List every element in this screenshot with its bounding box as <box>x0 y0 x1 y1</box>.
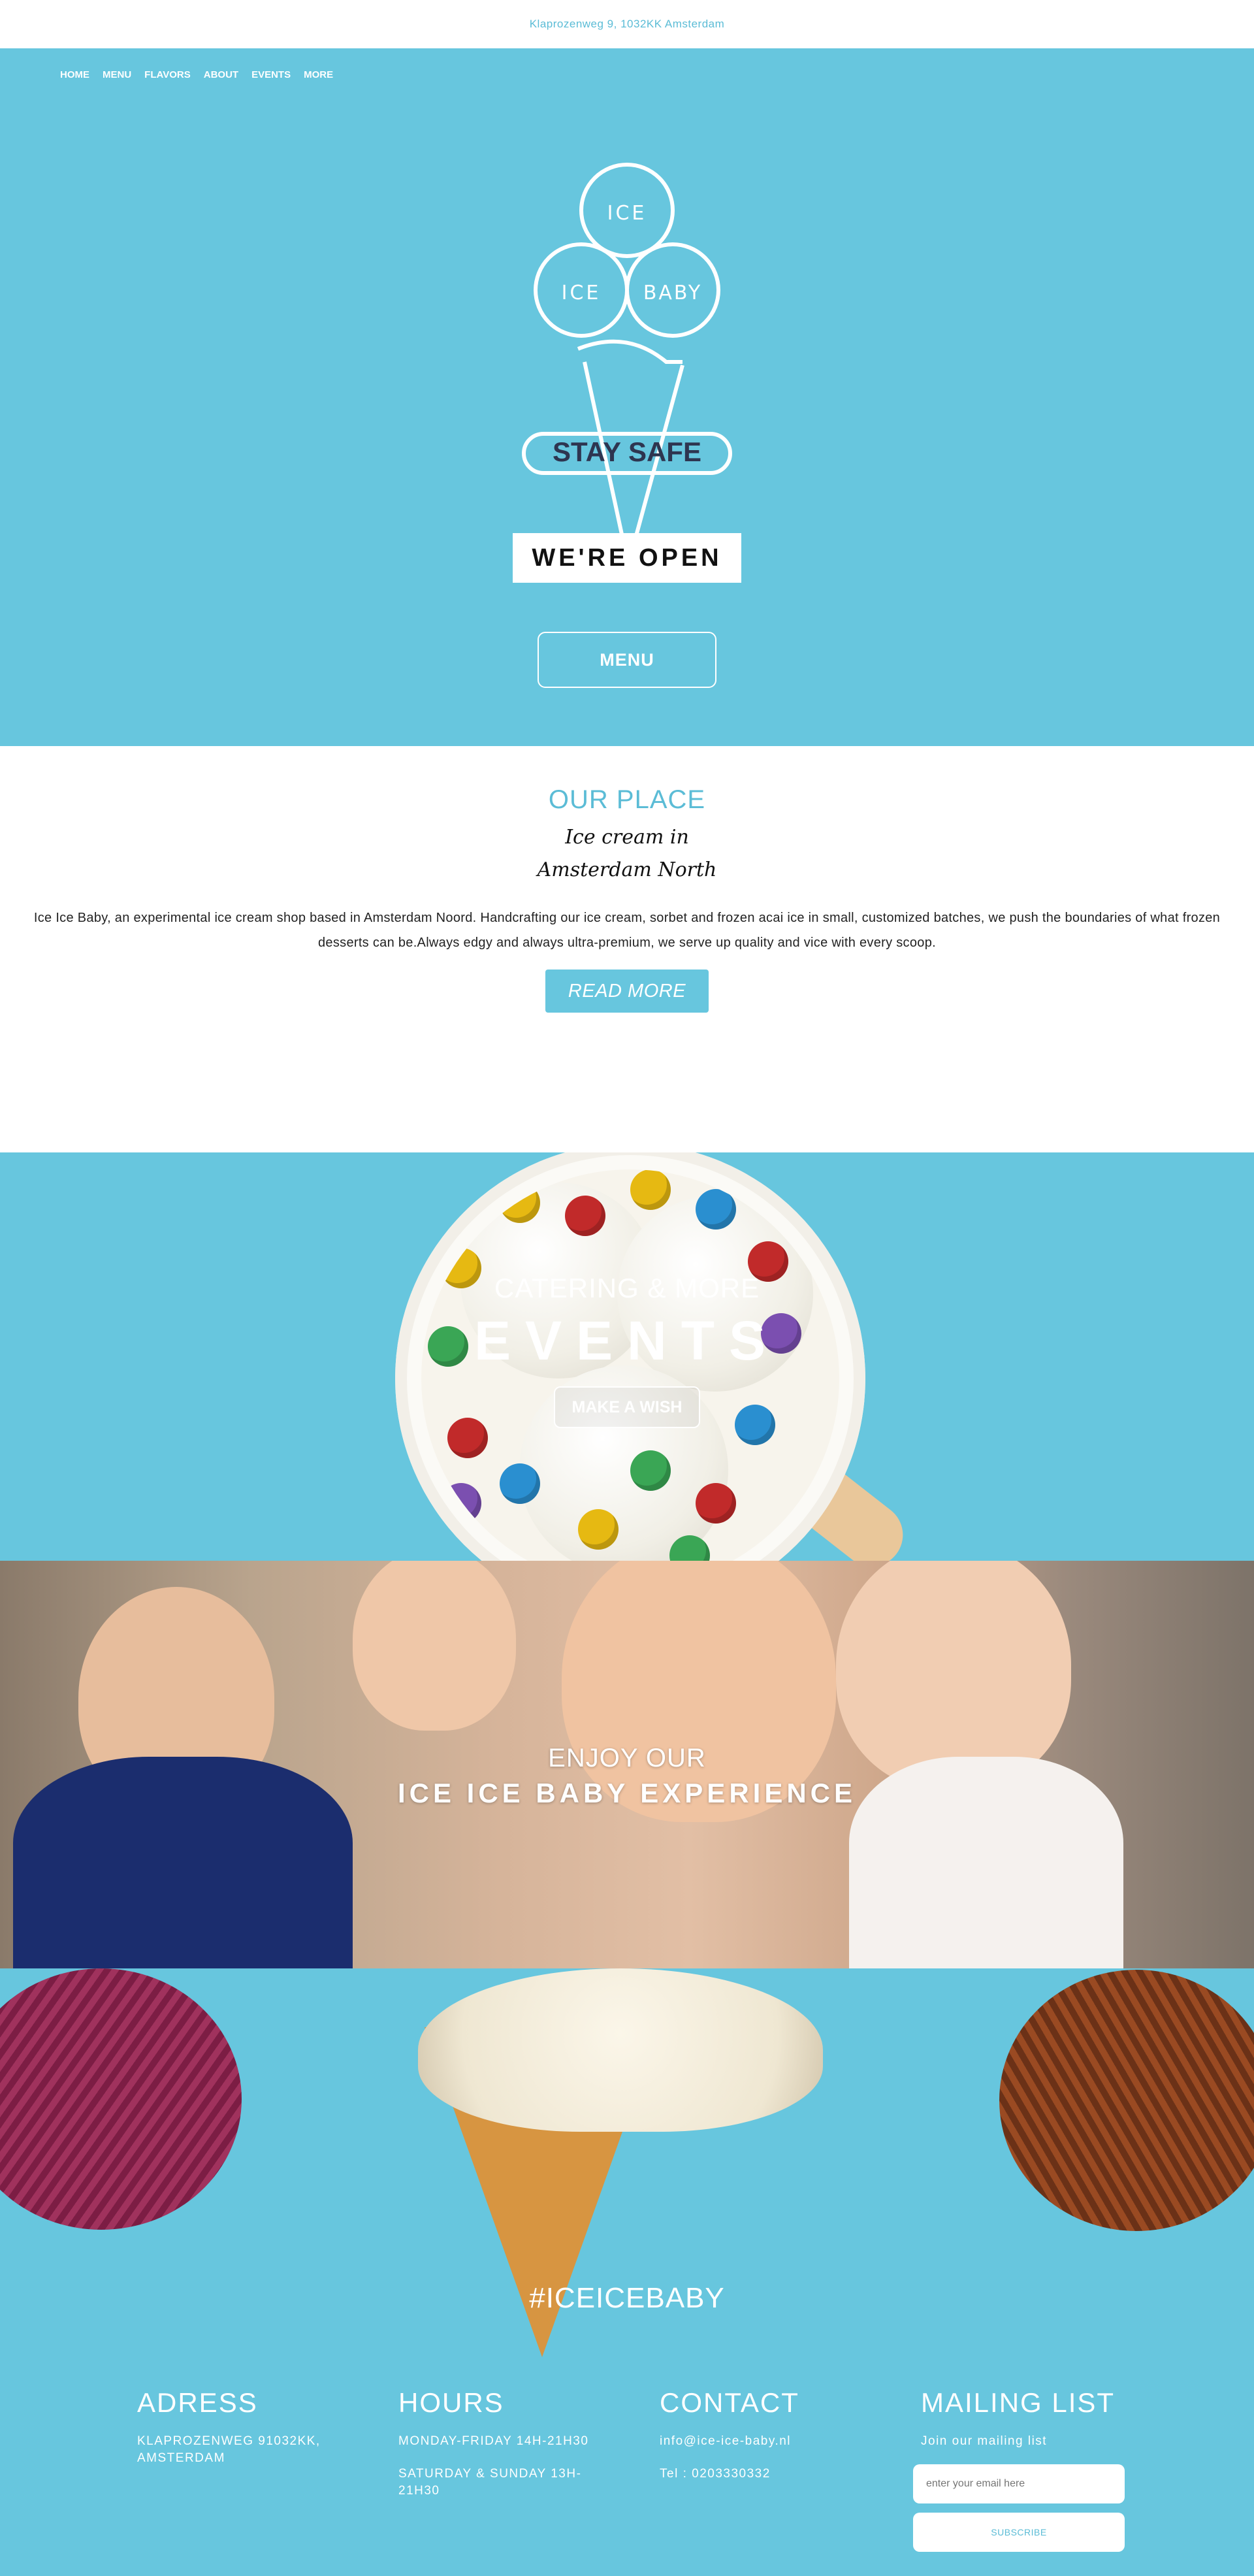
hashtag-text: #ICEICEBABY <box>529 2282 725 2314</box>
events-section: CATERING & MORE EVENTS MAKE A WISH <box>0 1152 1254 1561</box>
ice-ice-baby-logo[interactable]: ICE ICE BABY STAY SAFE <box>516 159 738 578</box>
candy-image <box>447 1418 488 1458</box>
chocolate-scoop-image <box>999 1970 1254 2231</box>
candy-image <box>578 1509 619 1550</box>
candy-image <box>630 1169 671 1210</box>
subscribe-label: SUBSCRIBE <box>991 2527 1047 2537</box>
child-face-image <box>353 1561 516 1731</box>
nav-more[interactable]: MORE <box>304 69 333 80</box>
candy-image <box>500 1182 540 1223</box>
script-line-1: Ice cream in <box>565 826 689 849</box>
experience-section: ENJOY OUR ICE ICE BABY EXPERIENCE <box>0 1561 1254 1968</box>
hashtag-section: #ICEICEBABY <box>0 1968 1254 2357</box>
make-a-wish-button[interactable]: MAKE A WISH <box>554 1386 700 1428</box>
nav-home[interactable]: HOME <box>60 69 89 80</box>
candy-image <box>696 1483 736 1524</box>
footer-hours-weekend: SATURDAY & SUNDAY 13H-21H30 <box>398 2467 582 2498</box>
logo-banner: STAY SAFE <box>553 436 701 467</box>
subscribe-button[interactable]: SUBSCRIBE <box>913 2513 1125 2552</box>
menu-button-label: MENU <box>600 649 654 670</box>
nav-about[interactable]: ABOUT <box>204 69 238 80</box>
candy-image <box>441 1483 481 1524</box>
menu-button[interactable]: MENU <box>538 632 716 688</box>
berry-scoop-image <box>0 1968 242 2230</box>
footer-contact-phone[interactable]: Tel : 0203330332 <box>660 2466 882 2483</box>
logo-scoop-left: ICE <box>562 282 602 304</box>
our-place-title: OUR PLACE <box>548 785 706 814</box>
footer-hours-column: HOURS MONDAY-FRIDAY 14H-21H30 SATURDAY &… <box>398 2387 620 2515</box>
footer-mailing-subtitle: Join our mailing list <box>921 2434 1048 2448</box>
candy-image <box>500 1463 540 1504</box>
experience-line-2: ICE ICE BABY EXPERIENCE <box>397 1778 857 1808</box>
footer-hours-weekday: MONDAY-FRIDAY 14H-21H30 <box>398 2434 589 2448</box>
footer-hours-title: HOURS <box>398 2387 504 2418</box>
footer-mailing-title: MAILING LIST <box>921 2387 1116 2418</box>
footer: ADRESS KLAPROZENWEG 91032KK, AMSTERDAM H… <box>0 2357 1254 2576</box>
candy-image <box>630 1450 671 1491</box>
our-place-section: OUR PLACE Ice cream in Amsterdam North I… <box>0 746 1254 1152</box>
nav-flavors[interactable]: FLAVORS <box>144 69 191 80</box>
footer-contact-column: CONTACT info@ice-ice-baby.nl Tel : 02033… <box>660 2387 882 2498</box>
candy-image <box>735 1405 775 1445</box>
our-place-description: Ice Ice Baby, an experimental ice cream … <box>33 911 1221 950</box>
nav-menu[interactable]: MENU <box>103 69 131 80</box>
logo-scoop-right: BABY <box>643 282 702 304</box>
address-text: Klaprozenweg 9, 1032KK Amsterdam <box>529 18 725 30</box>
footer-contact-email[interactable]: info@ice-ice-baby.nl <box>660 2433 882 2450</box>
cone-scoop-image <box>418 1968 823 2132</box>
script-line-2: Amsterdam North <box>537 858 717 881</box>
read-more-label: READ MORE <box>568 980 686 1002</box>
events-subtitle: CATERING & MORE <box>494 1273 760 1303</box>
main-nav: HOME MENU FLAVORS ABOUT EVENTS MORE <box>60 69 333 80</box>
nav-events[interactable]: EVENTS <box>251 69 291 80</box>
open-badge-text: WE'RE OPEN <box>532 544 722 572</box>
open-badge: WE'RE OPEN <box>513 533 741 583</box>
address-bar: Klaprozenweg 9, 1032KK Amsterdam <box>0 0 1254 48</box>
footer-contact-title: CONTACT <box>660 2387 799 2418</box>
footer-address-title: ADRESS <box>137 2387 258 2418</box>
footer-mailing-column: MAILING LIST Join our mailing list SUBSC… <box>913 2387 1143 2552</box>
events-title: EVENTS <box>474 1310 780 1371</box>
hero-section: HOME MENU FLAVORS ABOUT EVENTS MORE ICE … <box>0 48 1254 746</box>
read-more-button[interactable]: READ MORE <box>545 970 709 1013</box>
logo-scoop-top: ICE <box>607 202 647 225</box>
candy-image <box>565 1196 605 1236</box>
footer-address-line: KLAPROZENWEG 91032KK, AMSTERDAM <box>137 2434 321 2465</box>
email-input[interactable] <box>913 2464 1125 2503</box>
candy-image <box>696 1189 736 1230</box>
make-a-wish-label: MAKE A WISH <box>571 1397 683 1416</box>
footer-address-column: ADRESS KLAPROZENWEG 91032KK, AMSTERDAM <box>137 2387 359 2483</box>
experience-line-1: ENJOY OUR <box>548 1744 706 1772</box>
